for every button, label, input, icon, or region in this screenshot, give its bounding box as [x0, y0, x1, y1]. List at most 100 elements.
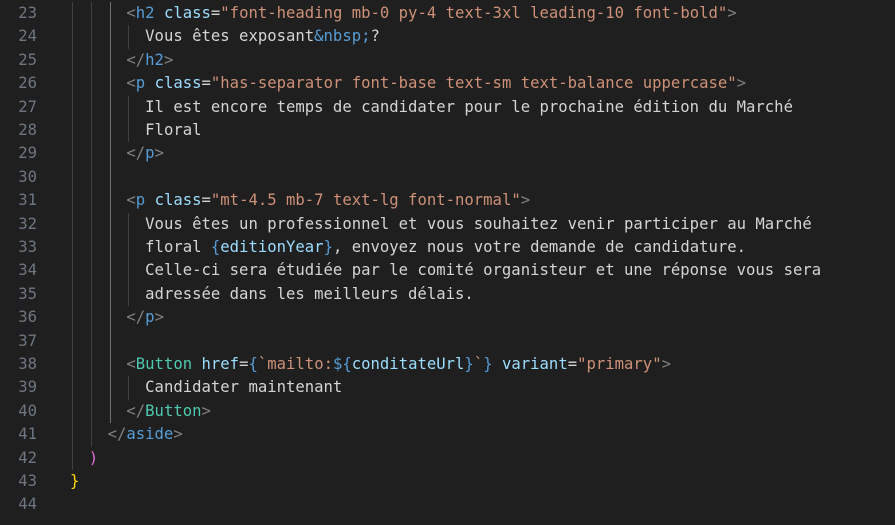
token: h2: [135, 4, 155, 22]
token: >: [520, 191, 531, 210]
token: </: [107, 425, 127, 444]
token: "primary": [577, 355, 662, 373]
token: >: [173, 425, 183, 444]
token: conditateUrl: [351, 355, 465, 373]
token: >: [736, 74, 747, 93]
code-text: Vous êtes un professionnel et vous souha…: [126, 213, 812, 236]
code-line[interactable]: 31 <p class="mt-4.5 mb-7 text-lg font-nor…: [0, 189, 895, 212]
code-line[interactable]: 40 </Button>: [0, 400, 895, 423]
line-number: 42: [18, 448, 37, 467]
token: "has-separator font-base text-sm text-ba…: [210, 74, 737, 93]
code-editor[interactable]: 23 <h2 class="font-heading mb-0 py-4 text…: [0, 0, 895, 525]
token: href: [201, 355, 240, 373]
code-line[interactable]: 41 </aside>: [0, 423, 895, 446]
line-number: 37: [18, 331, 37, 350]
token: editionYear: [220, 238, 324, 256]
line-number: 25: [18, 50, 37, 69]
token: ${: [332, 355, 352, 373]
code-line[interactable]: 34 Celle-ci sera étudiée par le comité o…: [0, 259, 895, 282]
code-line[interactable]: 23 <h2 class="font-heading mb-0 py-4 text…: [0, 2, 895, 25]
token: `mailto:: [257, 355, 333, 373]
code-line[interactable]: 33 floral {editionYear}, envoyez nous vo…: [0, 236, 895, 259]
line-number: 41: [18, 425, 37, 444]
token: aside: [126, 425, 174, 444]
token: Il est encore temps de candidater pour l…: [126, 97, 793, 116]
token: >: [154, 144, 164, 163]
token: variant: [501, 355, 568, 373]
code-line[interactable]: 32 Vous êtes un professionnel et vous so…: [0, 213, 895, 236]
line-number: 31: [18, 191, 37, 210]
code-line[interactable]: 30: [0, 166, 895, 189]
line-number: 23: [18, 4, 37, 22]
token: <: [126, 191, 136, 210]
token: <: [126, 74, 136, 93]
code-line[interactable]: 38 <Button href = {`mailto:${conditateUrl}`…: [0, 353, 895, 376]
token: >: [201, 401, 211, 420]
code-line[interactable]: 25 </h2>: [0, 49, 895, 72]
token: </: [126, 401, 146, 420]
code-text: </p>: [126, 142, 164, 165]
token: `: [473, 355, 484, 373]
token: p: [145, 144, 155, 163]
token: >: [154, 308, 164, 327]
code-text: Candidater maintenant: [126, 376, 342, 399]
code-line[interactable]: 43}: [0, 470, 895, 493]
code-line[interactable]: 44: [0, 493, 895, 516]
token: >: [727, 4, 737, 22]
code-text: }: [70, 470, 79, 493]
code-text: </aside>: [108, 423, 183, 446]
code-line[interactable]: 27 Il est encore temps de candidater pou…: [0, 96, 895, 119]
token: Celle-ci sera étudiée par le comité orga…: [126, 261, 822, 280]
code-line[interactable]: 36 </p>: [0, 306, 895, 329]
line-number: 43: [18, 472, 37, 490]
line-number: 32: [18, 214, 37, 233]
line-number: 40: [18, 401, 37, 420]
token: p: [135, 74, 146, 93]
code-text: </Button>: [126, 400, 211, 423]
token: =: [201, 74, 211, 93]
code-text: ): [89, 447, 98, 470]
code-text: Vous êtes exposant&nbsp;?: [126, 25, 380, 48]
line-number: 28: [18, 121, 37, 139]
token: class: [154, 191, 202, 210]
code-text: <p class="has-separator font-base text-s…: [126, 72, 746, 95]
token: ?: [370, 27, 380, 46]
code-text: Floral: [126, 119, 201, 142]
code-line[interactable]: 35 adressée dans les meilleurs délais.: [0, 283, 895, 306]
token: Vous êtes un professionnel et vous souha…: [126, 214, 812, 233]
token: }: [483, 355, 493, 373]
code-text: adressée dans les meilleurs délais.: [126, 283, 474, 306]
code-line[interactable]: 42): [0, 447, 895, 470]
code-text: </p>: [126, 306, 164, 329]
line-number: 29: [18, 144, 37, 163]
token: &nbsp;: [314, 27, 371, 46]
code-text: <Button href={`mailto:${conditateUrl}`} …: [126, 353, 671, 376]
line-number: 24: [18, 27, 37, 46]
token: adressée dans les meilleurs délais.: [126, 284, 474, 303]
token: h2: [145, 50, 164, 69]
code-line[interactable]: 28 Floral: [0, 119, 895, 142]
token: }: [70, 472, 80, 490]
code-line[interactable]: 39 Candidater maintenant: [0, 376, 895, 399]
code-line[interactable]: 29 </p>: [0, 142, 895, 165]
token: <: [126, 4, 136, 22]
token: </: [126, 144, 146, 163]
token: =: [201, 191, 211, 210]
token: }: [323, 238, 333, 256]
line-number: 38: [18, 355, 37, 373]
code-line[interactable]: 24 Vous êtes exposant&nbsp;?: [0, 25, 895, 48]
code-line[interactable]: 26 <p class="has-separator font-base text…: [0, 72, 895, 95]
token: p: [145, 308, 155, 327]
line-number: 36: [18, 308, 37, 327]
token: ): [88, 448, 99, 467]
token: {: [210, 238, 221, 256]
code-line[interactable]: 37: [0, 330, 895, 353]
token: =: [567, 355, 578, 373]
code-text: <h2 class="font-heading mb-0 py-4 text-3…: [126, 2, 736, 25]
line-number: 26: [18, 74, 37, 93]
token: Floral: [126, 121, 202, 139]
code-text: <p class="mt-4.5 mb-7 text-lg font-norma…: [126, 189, 530, 212]
